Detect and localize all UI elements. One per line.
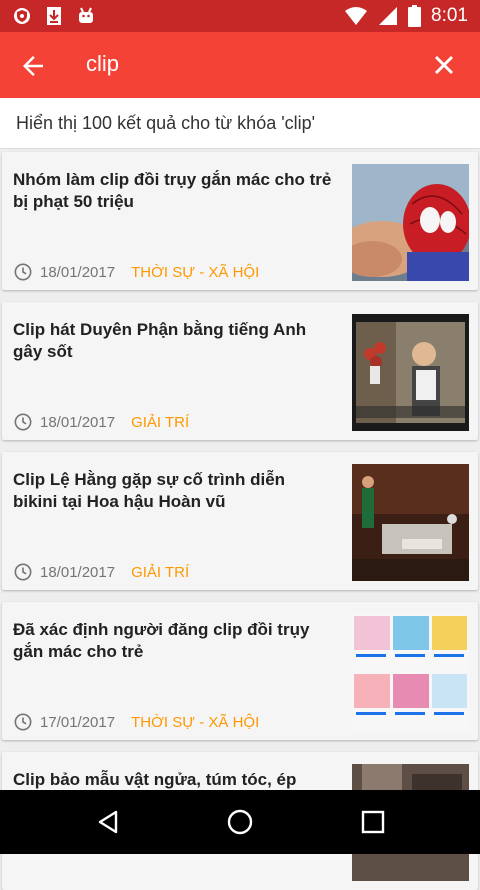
navigation-bar: [0, 790, 480, 854]
article-category[interactable]: THỜI SỰ - XÃ HỘI: [131, 264, 259, 281]
article-date: 18/01/2017: [40, 413, 116, 431]
article-category[interactable]: GIẢI TRÍ: [131, 564, 189, 581]
app-bar: clip: [0, 32, 480, 98]
android-icon: [79, 7, 93, 23]
article-thumbnail[interactable]: [352, 164, 469, 281]
clock-icon: [14, 713, 32, 731]
nav-recents-icon[interactable]: [359, 808, 387, 836]
article-date: 17/01/2017: [40, 713, 116, 731]
article-thumbnail[interactable]: [352, 614, 469, 731]
clock-icon: [14, 263, 32, 281]
signal-icon: [379, 7, 398, 25]
arrow-back-icon[interactable]: [18, 51, 48, 81]
article-title[interactable]: Clip bảo mẫu vật ngửa, túm tóc, ép: [13, 769, 333, 791]
article-category[interactable]: GIẢI TRÍ: [131, 414, 189, 431]
article-meta: 18/01/2017 THỜI SỰ - XÃ HỘI: [14, 263, 259, 281]
search-query[interactable]: clip: [86, 51, 119, 77]
article-card[interactable]: Đã xác định người đăng clip đồi trụy gắn…: [2, 602, 478, 740]
clock-icon: [14, 563, 32, 581]
article-meta: 17/01/2017 THỜI SỰ - XÃ HỘI: [14, 713, 259, 731]
article-date: 18/01/2017: [40, 563, 116, 581]
shield-icon: [14, 8, 30, 24]
results-count-text: Hiển thị 100 kết quả cho từ khóa 'clip': [16, 113, 316, 133]
results-banner: Hiển thị 100 kết quả cho từ khóa 'clip': [0, 98, 480, 149]
close-icon[interactable]: [432, 53, 456, 77]
article-title[interactable]: Đã xác định người đăng clip đồi trụy gắn…: [13, 619, 333, 663]
wifi-icon: [345, 7, 368, 25]
status-bar: 8:01: [0, 0, 480, 32]
article-title[interactable]: Clip hát Duyên Phận bằng tiếng Anh gây s…: [13, 319, 333, 363]
article-card[interactable]: Clip Lệ Hằng gặp sự cố trình diễn bikini…: [2, 452, 478, 590]
article-title[interactable]: Clip Lệ Hằng gặp sự cố trình diễn bikini…: [13, 469, 333, 513]
download-icon: [47, 7, 61, 25]
clock-time: 8:01: [431, 5, 468, 26]
article-card[interactable]: Clip hát Duyên Phận bằng tiếng Anh gây s…: [2, 302, 478, 440]
article-meta: 18/01/2017 GIẢI TRÍ: [14, 563, 189, 581]
article-title[interactable]: Nhóm làm clip đồi trụy gắn mác cho trẻ b…: [13, 169, 333, 213]
article-thumbnail[interactable]: [352, 464, 469, 581]
clock-icon: [14, 413, 32, 431]
article-category[interactable]: THỜI SỰ - XÃ HỘI: [131, 714, 259, 731]
nav-back-icon[interactable]: [94, 808, 122, 836]
article-meta: 18/01/2017 GIẢI TRÍ: [14, 413, 189, 431]
article-card[interactable]: Nhóm làm clip đồi trụy gắn mác cho trẻ b…: [2, 152, 478, 290]
article-thumbnail[interactable]: [352, 314, 469, 431]
battery-icon: [408, 5, 422, 27]
nav-home-icon[interactable]: [226, 808, 254, 836]
article-date: 18/01/2017: [40, 263, 116, 281]
